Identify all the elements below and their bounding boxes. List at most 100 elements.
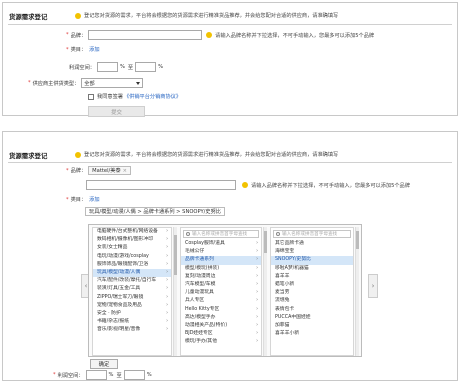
category-item[interactable]: 麦当劳: [271, 289, 353, 297]
brand-input-row: 请输入品牌名称并下拉选择，不可手动输入，您最多可以添加5个品牌: [86, 180, 410, 190]
category-item[interactable]: 兵人专区 ›: [181, 297, 261, 305]
category-item[interactable]: 其它品牌卡通: [271, 240, 353, 248]
category-item-label: 音乐/影视/明星/音像: [97, 327, 141, 333]
category-item[interactable]: 加菲猫: [271, 322, 353, 330]
search-placeholder: 输入名称或拼音首字母查找: [192, 232, 248, 237]
category-item[interactable]: 数码相机/摄像机/图形冲印 ›: [93, 236, 171, 244]
scrollbar[interactable]: [263, 227, 267, 356]
category-item[interactable]: 高达/模型手办 ›: [181, 314, 261, 322]
category-item[interactable]: 音乐/影视/明星/音像 ›: [93, 326, 171, 334]
category-item[interactable]: 玩具/模型/动漫/人偶 ›: [93, 268, 171, 278]
category-item[interactable]: 喜羊羊小新: [271, 330, 353, 338]
chevron-right-icon: ›: [166, 253, 168, 259]
page-title: 货源需求登记: [9, 152, 48, 160]
chevron-right-icon: ›: [256, 257, 258, 263]
category-column-3: 输入名称或拼音首字母查找 其它品牌卡通海绵宝宝 SNOOPY/史努比 哆啦A梦/机器…: [270, 227, 354, 356]
category-item[interactable]: 动漫相关产品(特价) ›: [181, 322, 261, 330]
category-item[interactable]: 汽车/配件/改装/摩托/自行车 ›: [93, 277, 171, 285]
category-item-label: PUCCA中国娃娃: [275, 314, 311, 320]
margin-min-input[interactable]: [85, 370, 107, 380]
category-item[interactable]: 喜羊羊: [271, 273, 353, 281]
category-item[interactable]: ZIPPO/瑞士军刀/眼镜 ›: [93, 294, 171, 302]
close-icon[interactable]: ×: [123, 168, 127, 174]
category-item[interactable]: 品牌卡通系列 ›: [181, 256, 261, 265]
category-item[interactable]: 宠物/宠物食品及用品 ›: [93, 302, 171, 310]
agreement-link[interactable]: 《供销平台分销商协议》: [124, 93, 181, 100]
margin-min-input[interactable]: [96, 62, 118, 72]
category-item-label: 宠物/宠物食品及用品: [97, 302, 142, 308]
category-item[interactable]: 儿童动漫玩具 ›: [181, 289, 261, 297]
category-item[interactable]: 装潢/灯具/五金/工具 ›: [93, 285, 171, 293]
scrollbar-thumb[interactable]: [264, 231, 267, 253]
category-item[interactable]: SNOOPY/史努比: [271, 256, 353, 265]
category-item-label: 流氓兔: [275, 298, 290, 304]
agree-checkbox[interactable]: [88, 93, 94, 100]
chevron-right-icon: ›: [256, 298, 258, 304]
submit-button[interactable]: 提交: [88, 106, 145, 117]
scrollbar[interactable]: [173, 227, 177, 356]
category-item[interactable]: 书籍/杂志/报纸 ›: [93, 318, 171, 326]
category-item[interactable]: 复刻/动漫周边 ›: [181, 273, 261, 281]
add-category-link[interactable]: 添加: [89, 46, 99, 53]
category-item[interactable]: 服饰饰品/眼镜配饰/卫浴 ›: [93, 261, 171, 269]
margin-row: * 利润空间： % 至 %: [53, 370, 152, 380]
category-item[interactable]: BJD娃娃专区 ›: [181, 330, 261, 338]
required-mark: *: [66, 46, 69, 53]
brand-input[interactable]: [86, 180, 236, 190]
category-item-label: 兵人专区: [185, 298, 205, 304]
confirm-button[interactable]: 确定: [90, 359, 118, 369]
scrollbar-thumb[interactable]: [174, 235, 177, 275]
scrollbar[interactable]: [355, 227, 359, 356]
notice-text: 登记您对货源的需求，平台将会根据您的货源需求进行精准货品推荐，并会给您配对合适的…: [75, 151, 338, 158]
lightbulb-icon: [242, 182, 248, 188]
category-item-label: 其它品牌卡通: [275, 241, 304, 246]
add-category-link[interactable]: 添加: [89, 196, 99, 203]
category-item[interactable]: 海绵宝宝: [271, 248, 353, 256]
category-item[interactable]: 模型/模玩(拼装) ›: [181, 265, 261, 273]
scrollbar-thumb[interactable]: [356, 231, 359, 249]
category-item[interactable]: Cosplay服饰/道具 ›: [181, 240, 261, 248]
category-item-label: 喜羊羊小新: [275, 331, 299, 337]
category-item[interactable]: 安全 · 防护 ›: [93, 310, 171, 318]
category-item-label: 品牌卡通系列: [185, 257, 214, 263]
chevron-right-icon[interactable]: ›: [368, 274, 378, 298]
category-item[interactable]: PUCCA中国娃娃: [271, 314, 353, 322]
supplier-type-select[interactable]: 全部: [81, 78, 144, 88]
chevron-right-icon: ›: [256, 290, 258, 296]
page-title: 货源需求登记: [9, 13, 48, 21]
divider: [8, 162, 452, 163]
brand-input[interactable]: [88, 30, 203, 40]
margin-max-input[interactable]: [123, 370, 145, 380]
category-item-label: 安全 · 防护: [97, 310, 121, 316]
category-item[interactable]: 女装/女士精品 ›: [93, 244, 171, 252]
chevron-right-icon: ›: [166, 245, 168, 251]
chevron-down-icon: [136, 81, 141, 85]
category-item-label: 儿童动漫玩具: [185, 290, 214, 296]
category-item-label: 汽车模型/车模: [185, 281, 216, 287]
category-item[interactable]: 表情包卡: [271, 306, 353, 314]
to-label: 至: [116, 372, 122, 379]
demand-form-panel: 货源需求登记 登记您对货源的需求，平台将会根据您的货源需求进行精准货品推荐，并会…: [2, 2, 458, 117]
category-item[interactable]: 电玩/动漫/游戏/cosplay ›: [93, 253, 171, 261]
search-input[interactable]: 输入名称或拼音首字母查找: [183, 230, 259, 238]
category-item-label: 加菲猫: [275, 322, 290, 328]
category-item[interactable]: 蜡笔小新: [271, 281, 353, 289]
category-item-label: 动漫相关产品(特价): [185, 322, 228, 328]
category-item[interactable]: 汽车模型/车模 ›: [181, 281, 261, 289]
category-item[interactable]: 毛绒公仔 ›: [181, 248, 261, 256]
required-mark: *: [53, 372, 56, 378]
chevron-right-icon: ›: [166, 269, 168, 275]
search-input[interactable]: 输入名称或拼音首字母查找: [273, 230, 351, 238]
chevron-right-icon: ›: [166, 294, 168, 300]
category-item[interactable]: 模玩/手办/其他 ›: [181, 338, 261, 346]
margin-label: 利润空间：: [57, 372, 84, 379]
category-item-label: 装潢/灯具/五金/工具: [97, 286, 141, 292]
notice-text: 登记您对货源的需求，平台将会根据您的货源需求进行精准货品推荐，并会给您配对合适的…: [75, 12, 338, 19]
category-item[interactable]: 哆啦A梦/机器猫: [271, 265, 353, 273]
category-item-label: 女装/女士精品: [97, 245, 128, 251]
category-item[interactable]: 流氓兔: [271, 297, 353, 305]
category-item[interactable]: Hello Kitty专区 ›: [181, 306, 261, 314]
category-label: 类目：: [70, 47, 87, 53]
margin-max-input[interactable]: [135, 62, 157, 72]
category-item[interactable]: 电脑硬件/台式整机/网络设备 ›: [93, 228, 171, 236]
